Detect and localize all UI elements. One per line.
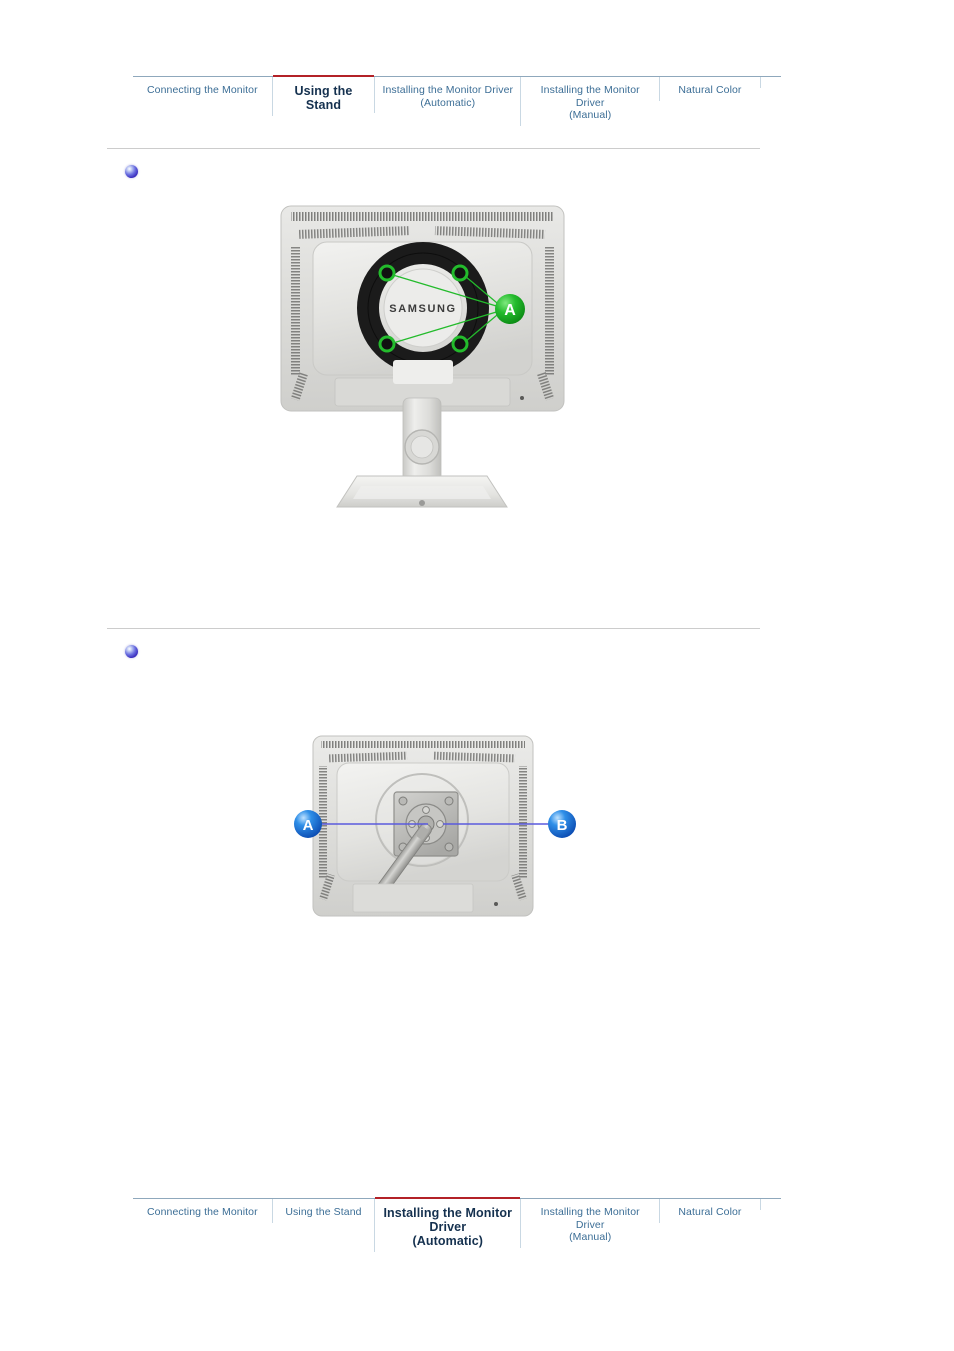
bottom-navigation-bar: Connecting the Monitor Using the Stand I… [133,1197,781,1252]
svg-text:A: A [504,302,516,319]
monitor-rear-vesa-holes-figure: SAMSUNG A [275,202,570,520]
section-divider-bottom [107,628,760,629]
nav-tab-connecting-the-monitor[interactable]: Connecting the Monitor [133,77,272,101]
monitor-rear-vesa-bracket-figure: A B [293,732,578,924]
callout-badge-b: B [548,810,576,838]
nav-tab-natural-color[interactable]: Natural Color [659,77,760,101]
section-divider-top [107,148,760,149]
svg-text:A: A [303,817,314,834]
nav-tab-overflow-bottom[interactable] [759,1199,781,1210]
nav-tab-installing-driver-automatic[interactable]: Installing the Monitor Driver (Automatic… [374,77,520,113]
callout-badge-a: A [294,810,322,838]
nav-tab-overflow[interactable] [759,77,781,88]
nav-tab-installing-driver-manual-bottom[interactable]: Installing the Monitor Driver (Manual) [520,1199,659,1248]
nav-tab-using-the-stand[interactable]: Using the Stand [271,75,375,116]
nav-tab-natural-color-bottom[interactable]: Natural Color [659,1199,760,1223]
blue-sphere-bullet-icon-2 [125,645,138,658]
top-navigation-bar: Connecting the Monitor Using the Stand I… [133,75,781,126]
svg-text:B: B [557,817,568,834]
callout-badge-a: A [495,294,525,324]
nav-tab-installing-driver-automatic-bottom[interactable]: Installing the Monitor Driver (Automatic… [374,1197,521,1252]
nav-tab-connecting-the-monitor-bottom[interactable]: Connecting the Monitor [133,1199,272,1223]
nav-tab-installing-driver-manual[interactable]: Installing the Monitor Driver (Manual) [520,77,659,126]
monitor-brand-text: SAMSUNG [389,303,456,315]
blue-sphere-bullet-icon [125,165,138,178]
nav-tab-using-the-stand-bottom[interactable]: Using the Stand [271,1199,375,1223]
